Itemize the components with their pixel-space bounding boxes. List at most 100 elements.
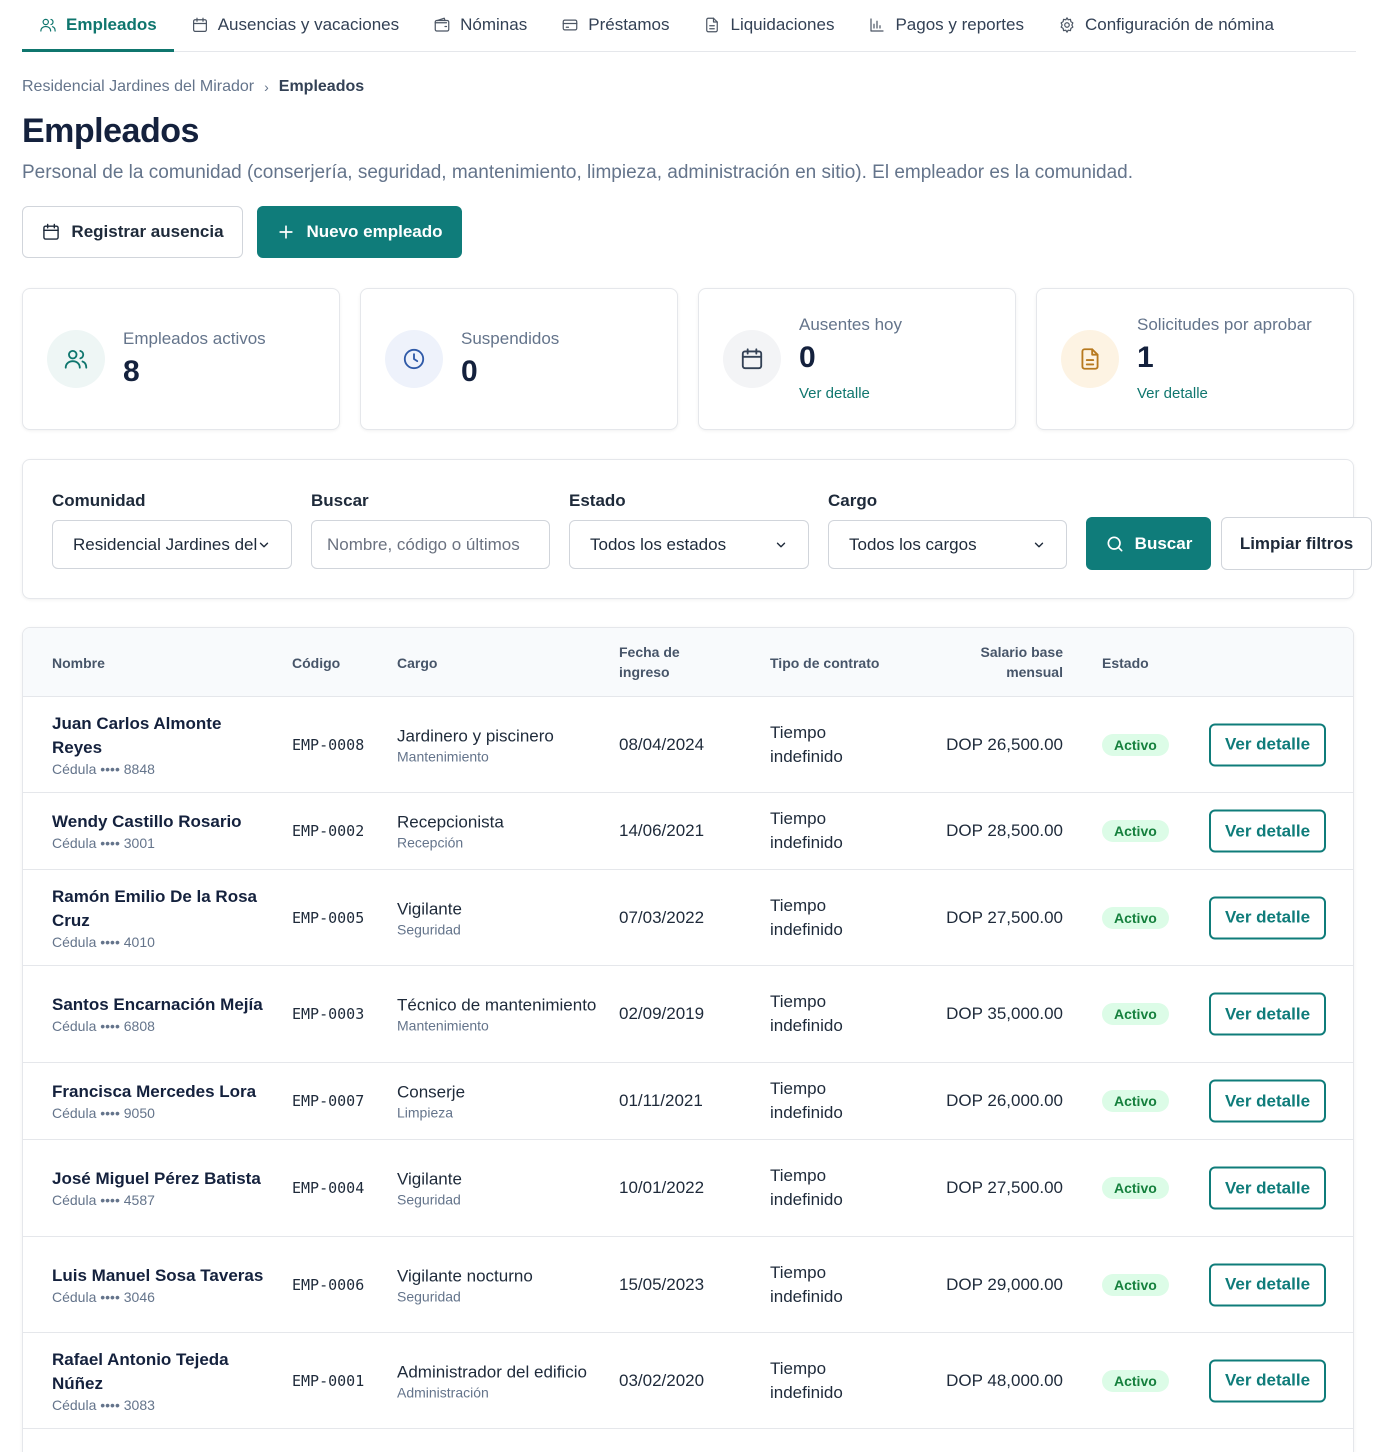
tab-pagos-reportes[interactable]: Pagos y reportes bbox=[851, 0, 1041, 50]
employee-name[interactable]: José Miguel Pérez Batista bbox=[52, 1167, 272, 1191]
table-row: Wendy Castillo Rosario Cédula •••• 3001 EM… bbox=[23, 793, 1353, 870]
employee-position: Administrador del edificio bbox=[397, 1362, 587, 1381]
view-detail-button[interactable]: Ver detalle bbox=[1209, 992, 1326, 1036]
employee-salary: DOP 35,000.00 bbox=[946, 1004, 1063, 1023]
view-detail-button[interactable]: Ver detalle bbox=[1209, 1359, 1326, 1402]
employee-id-number: Cédula •••• 4587 bbox=[52, 1192, 155, 1208]
chevron-down-icon bbox=[1034, 542, 1044, 547]
column-header-code[interactable]: Código bbox=[292, 653, 340, 673]
employee-start-date: 07/03/2022 bbox=[619, 907, 705, 927]
employee-start-date: 01/11/2021 bbox=[619, 1091, 703, 1110]
view-detail-button[interactable]: Ver detalle bbox=[1209, 809, 1326, 853]
tab-label: Pagos y reportes bbox=[895, 15, 1024, 34]
employee-name[interactable]: Juan Carlos Almonte Reyes bbox=[52, 712, 272, 760]
view-detail-button[interactable]: Ver detalle bbox=[1209, 723, 1326, 766]
column-header-start-date[interactable]: Fecha de ingreso bbox=[619, 642, 699, 682]
employee-position-cell: Vigilante nocturno Seguridad bbox=[397, 1264, 597, 1305]
employee-name[interactable]: Wendy Castillo Rosario bbox=[52, 810, 272, 834]
clear-filters-button[interactable]: Limpiar filtros bbox=[1221, 517, 1372, 570]
status-badge: Activo bbox=[1102, 1177, 1169, 1199]
tab-prestamos[interactable]: Préstamos bbox=[544, 0, 686, 50]
tab-liquidaciones[interactable]: Liquidaciones bbox=[686, 0, 851, 50]
employee-contract-type: Tiempo indefinido bbox=[770, 1166, 843, 1209]
new-employee-button[interactable]: Nuevo empleado bbox=[257, 206, 462, 258]
view-detail-button[interactable]: Ver detalle bbox=[1209, 1263, 1326, 1306]
column-header-contract[interactable]: Tipo de contrato bbox=[770, 653, 879, 673]
search-button[interactable]: Buscar bbox=[1086, 517, 1211, 570]
register-absence-label: Registrar ausencia bbox=[71, 222, 224, 241]
employee-department: Mantenimiento bbox=[397, 1017, 489, 1034]
tab-ausencias[interactable]: Ausencias y vacaciones bbox=[174, 0, 416, 50]
employee-name[interactable]: Ramón Emilio De la Rosa Cruz bbox=[52, 885, 272, 933]
employee-name-cell: Francisca Mercedes Lora Cédula •••• 9050 bbox=[52, 1080, 272, 1122]
breadcrumb-current: Empleados bbox=[278, 78, 365, 95]
status-filter-label: Estado bbox=[569, 491, 626, 510]
breadcrumb-parent-link[interactable]: Residencial Jardines del Mirador bbox=[22, 78, 254, 96]
employee-code: EMP-0004 bbox=[292, 1179, 365, 1197]
employee-name[interactable]: Rafael Antonio Tejeda Núñez bbox=[52, 1348, 272, 1396]
register-absence-button[interactable]: Registrar ausencia bbox=[22, 206, 243, 258]
employee-status-cell: Activo bbox=[1102, 733, 1169, 756]
employee-department: Recepción bbox=[397, 834, 464, 851]
view-detail-button[interactable]: Ver detalle bbox=[1209, 1166, 1326, 1210]
column-header-name[interactable]: Nombre bbox=[52, 653, 105, 673]
column-header-salary[interactable]: Salario base mensual bbox=[953, 642, 1064, 682]
stat-value: 1 bbox=[1137, 341, 1154, 374]
employee-contract-type: Tiempo indefinido bbox=[770, 1262, 843, 1306]
status-select[interactable]: Todos los estados bbox=[569, 520, 809, 569]
status-badge: Activo bbox=[1102, 820, 1169, 842]
employee-status-cell: Activo bbox=[1102, 1273, 1169, 1296]
employee-status-cell: Activo bbox=[1102, 820, 1169, 842]
employee-status-cell: Activo bbox=[1102, 906, 1169, 929]
employee-contract-type: Tiempo indefinido bbox=[770, 992, 843, 1035]
employee-code: EMP-0002 bbox=[292, 822, 365, 840]
tab-label: Liquidaciones bbox=[730, 15, 835, 34]
employee-name-cell: Wendy Castillo Rosario Cédula •••• 3001 bbox=[52, 810, 272, 852]
absent-detail-link[interactable]: Ver detalle bbox=[799, 385, 870, 402]
employee-department: Seguridad bbox=[397, 921, 461, 937]
stat-card-absent: Ausentes hoy 0 Ver detalle bbox=[698, 288, 1016, 430]
wallet-icon bbox=[434, 17, 450, 32]
employee-name-cell: Rafael Antonio Tejeda Núñez Cédula •••• 3… bbox=[52, 1348, 272, 1414]
position-select[interactable]: Todos los cargos bbox=[828, 520, 1067, 569]
employee-position: Vigilante bbox=[397, 899, 462, 918]
employee-name[interactable]: Luis Manuel Sosa Taveras bbox=[52, 1264, 272, 1288]
top-nav-tabs: Empleados Ausencias y vacaciones Nóminas… bbox=[22, 0, 1356, 52]
employee-position: Vigilante bbox=[397, 1169, 462, 1189]
bar-chart-icon bbox=[870, 18, 885, 32]
employee-position: Vigilante nocturno bbox=[397, 1266, 533, 1285]
employee-name-cell: Juan Carlos Almonte Reyes Cédula •••• 884… bbox=[52, 712, 272, 778]
employee-name-cell: Santos Encarnación Mejía Cédula •••• 6808 bbox=[52, 993, 272, 1035]
employee-status-cell: Activo bbox=[1102, 1003, 1169, 1025]
employee-name[interactable]: Santos Encarnación Mejía bbox=[52, 993, 272, 1017]
tab-empleados[interactable]: Empleados bbox=[22, 0, 174, 52]
view-detail-button[interactable]: Ver detalle bbox=[1209, 896, 1326, 939]
table-row: Juan Carlos Almonte Reyes Cédula •••• 884… bbox=[23, 697, 1353, 793]
status-badge: Activo bbox=[1102, 1369, 1169, 1392]
tab-configuracion[interactable]: Configuración de nómina bbox=[1041, 0, 1291, 50]
column-header-position[interactable]: Cargo bbox=[397, 653, 437, 673]
employee-contract-type: Tiempo indefinido bbox=[770, 1358, 843, 1402]
employee-position-cell: Vigilante Seguridad bbox=[397, 897, 597, 938]
column-header-status[interactable]: Estado bbox=[1102, 653, 1149, 673]
tab-label: Configuración de nómina bbox=[1084, 15, 1274, 34]
calendar-icon bbox=[723, 330, 781, 388]
stat-label: Ausentes hoy bbox=[799, 315, 903, 334]
view-detail-button[interactable]: Ver detalle bbox=[1209, 1079, 1326, 1123]
employee-department: Seguridad bbox=[397, 1191, 461, 1208]
employee-start-date: 02/09/2019 bbox=[619, 1004, 705, 1023]
employee-salary: DOP 48,000.00 bbox=[946, 1370, 1063, 1390]
tab-label: Empleados bbox=[66, 15, 157, 34]
tab-nominas[interactable]: Nóminas bbox=[416, 0, 544, 50]
community-select[interactable]: Residencial Jardines del Mirador bbox=[52, 520, 292, 569]
pending-detail-link[interactable]: Ver detalle bbox=[1137, 385, 1208, 402]
search-placeholder: Nombre, código o últimos bbox=[327, 534, 520, 554]
employee-name[interactable]: Francisca Mercedes Lora bbox=[52, 1080, 272, 1104]
employee-name-cell: Ramón Emilio De la Rosa Cruz Cédula •••• … bbox=[52, 885, 272, 951]
employee-id-number: Cédula •••• 8848 bbox=[52, 760, 155, 777]
search-filter-label: Buscar bbox=[311, 491, 369, 510]
tab-label: Nóminas bbox=[460, 15, 528, 34]
search-input[interactable]: Nombre, código o últimos bbox=[311, 520, 550, 569]
clock-icon bbox=[385, 330, 443, 388]
table-row: Francisca Mercedes Lora Cédula •••• 9050 E… bbox=[23, 1063, 1353, 1140]
